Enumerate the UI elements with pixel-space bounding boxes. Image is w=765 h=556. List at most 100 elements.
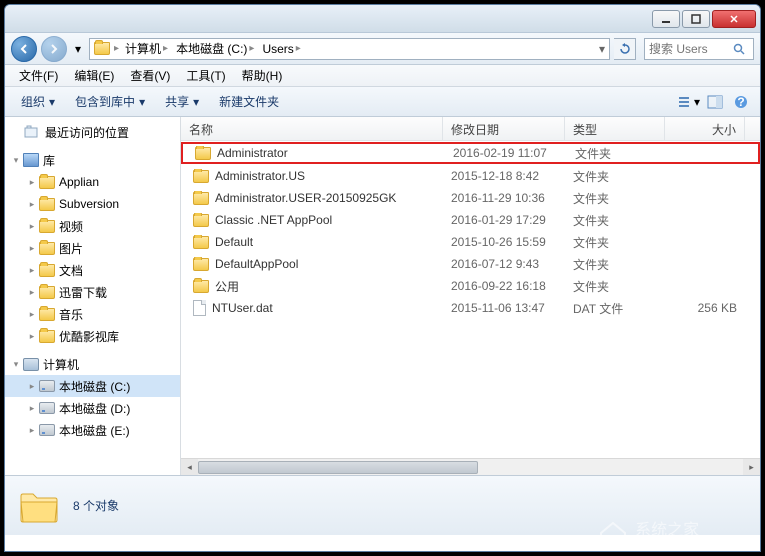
file-date: 2015-11-06 13:47 — [443, 301, 565, 315]
dropdown-icon[interactable]: ▾ — [599, 42, 605, 56]
folder-icon — [39, 176, 55, 189]
sidebar-drive-item[interactable]: ▸本地磁盘 (E:) — [5, 419, 180, 441]
include-in-library-button[interactable]: 包含到库中 ▾ — [67, 90, 153, 113]
folder-icon — [39, 308, 55, 321]
expand-icon[interactable]: ▸ — [25, 243, 39, 254]
menu-help[interactable]: 帮助(H) — [234, 65, 291, 86]
sidebar-library-item[interactable]: ▸Subversion — [5, 193, 180, 215]
file-type: 文件夹 — [565, 168, 665, 185]
sidebar-item-label: 本地磁盘 (D:) — [59, 400, 130, 417]
file-list: Administrator2016-02-19 11:07文件夹Administ… — [181, 141, 760, 458]
file-type: DAT 文件 — [565, 300, 665, 317]
sidebar-library-item[interactable]: ▸迅雷下载 — [5, 281, 180, 303]
expand-icon[interactable]: ▸ — [25, 425, 39, 436]
minimize-button[interactable] — [652, 10, 680, 28]
search-box[interactable] — [644, 38, 754, 60]
back-button[interactable] — [11, 36, 37, 62]
sidebar-library-item[interactable]: ▸优酷影视库 — [5, 325, 180, 347]
view-options-button[interactable]: ▾ — [678, 91, 700, 113]
breadcrumb-item[interactable]: 本地磁盘 (C:) ▸ — [174, 40, 256, 57]
expand-icon[interactable]: ▸ — [25, 265, 39, 276]
menu-file[interactable]: 文件(F) — [11, 65, 66, 86]
file-row[interactable]: Administrator2016-02-19 11:07文件夹 — [181, 142, 760, 164]
menu-tools[interactable]: 工具(T) — [178, 65, 233, 86]
menubar: 文件(F) 编辑(E) 查看(V) 工具(T) 帮助(H) — [5, 65, 760, 87]
forward-button[interactable] — [41, 36, 67, 62]
file-name: Classic .NET AppPool — [181, 213, 443, 227]
file-date: 2015-12-18 8:42 — [443, 169, 565, 183]
file-date: 2016-09-22 16:18 — [443, 279, 565, 293]
sidebar-library-item[interactable]: ▸视频 — [5, 215, 180, 237]
folder-icon — [39, 198, 55, 211]
file-row[interactable]: Classic .NET AppPool2016-01-29 17:29文件夹 — [181, 209, 760, 231]
folder-icon — [39, 242, 55, 255]
expand-icon[interactable]: ▸ — [25, 199, 39, 210]
body: 最近访问的位置 ▾ 库 ▸ Applian ▸Subversion▸视频▸图片▸文档… — [5, 117, 760, 475]
file-date: 2016-02-19 11:07 — [445, 146, 567, 160]
column-date[interactable]: 修改日期 — [443, 117, 565, 140]
organize-button[interactable]: 组织 ▾ — [13, 90, 63, 113]
sidebar-item-label: 计算机 — [43, 356, 79, 373]
new-folder-button[interactable]: 新建文件夹 — [211, 90, 287, 113]
expand-icon[interactable]: ▸ — [25, 287, 39, 298]
drive-icon — [39, 380, 55, 392]
expand-icon[interactable]: ▸ — [25, 331, 39, 342]
search-input[interactable] — [649, 42, 729, 56]
sidebar-library-item[interactable]: ▸ Applian — [5, 171, 180, 193]
sidebar-computer[interactable]: ▾ 计算机 — [5, 353, 180, 375]
content-pane: 名称 修改日期 类型 大小 Administrator2016-02-19 11… — [181, 117, 760, 475]
column-size[interactable]: 大小 — [665, 117, 745, 140]
library-icon — [23, 153, 39, 167]
sidebar-library-item[interactable]: ▸图片 — [5, 237, 180, 259]
recent-places-icon — [23, 124, 41, 140]
help-button[interactable]: ? — [730, 91, 752, 113]
horizontal-scrollbar[interactable]: ◂ ▸ — [181, 458, 760, 475]
share-button[interactable]: 共享 ▾ — [157, 90, 207, 113]
sidebar-item-label: 音乐 — [59, 306, 83, 323]
folder-icon — [193, 280, 209, 293]
expand-icon[interactable]: ▸ — [25, 309, 39, 320]
collapse-icon[interactable]: ▾ — [9, 359, 23, 370]
menu-edit[interactable]: 编辑(E) — [66, 65, 122, 86]
sidebar-drive-item[interactable]: ▸ 本地磁盘 (C:) — [5, 375, 180, 397]
preview-pane-button[interactable] — [704, 91, 726, 113]
expand-icon[interactable]: ▸ — [25, 403, 39, 414]
folder-icon — [94, 42, 110, 55]
file-row[interactable]: 公用2016-09-22 16:18文件夹 — [181, 275, 760, 297]
nav-history-dropdown[interactable]: ▾ — [71, 42, 85, 56]
sidebar-library-item[interactable]: ▸文档 — [5, 259, 180, 281]
scroll-right-icon[interactable]: ▸ — [743, 459, 760, 475]
column-name[interactable]: 名称 — [181, 117, 443, 140]
sidebar-recent[interactable]: 最近访问的位置 — [5, 121, 180, 143]
folder-icon — [193, 214, 209, 227]
status-bar: 8 个对象 — [5, 475, 760, 535]
column-type[interactable]: 类型 — [565, 117, 665, 140]
maximize-button[interactable] — [682, 10, 710, 28]
expand-icon[interactable]: ▸ — [25, 221, 39, 232]
close-button[interactable] — [712, 10, 756, 28]
sidebar-item-label: 本地磁盘 (C:) — [59, 378, 130, 395]
collapse-icon[interactable]: ▾ — [9, 155, 23, 166]
file-row[interactable]: NTUser.dat2015-11-06 13:47DAT 文件256 KB — [181, 297, 760, 319]
sidebar-item-label: Applian — [59, 175, 99, 189]
file-row[interactable]: DefaultAppPool2016-07-12 9:43文件夹 — [181, 253, 760, 275]
file-row[interactable]: Default2015-10-26 15:59文件夹 — [181, 231, 760, 253]
toolbar: 组织 ▾ 包含到库中 ▾ 共享 ▾ 新建文件夹 ▾ ? — [5, 87, 760, 117]
breadcrumb-item[interactable]: 计算机 ▸ — [123, 40, 170, 57]
breadcrumb-item[interactable]: Users ▸ — [260, 42, 302, 56]
expand-icon[interactable]: ▸ — [25, 177, 39, 188]
menu-view[interactable]: 查看(V) — [122, 65, 178, 86]
expand-icon[interactable]: ▸ — [25, 381, 39, 392]
scroll-left-icon[interactable]: ◂ — [181, 459, 198, 475]
refresh-button[interactable] — [614, 38, 636, 60]
computer-icon — [23, 358, 39, 371]
scrollbar-thumb[interactable] — [198, 461, 478, 474]
sidebar-library-item[interactable]: ▸ 音乐 — [5, 303, 180, 325]
sidebar-libraries[interactable]: ▾ 库 — [5, 149, 180, 171]
file-row[interactable]: Administrator.US2015-12-18 8:42文件夹 — [181, 165, 760, 187]
titlebar — [5, 5, 760, 33]
breadcrumb[interactable]: ▸ 计算机 ▸ 本地磁盘 (C:) ▸ Users ▸ ▾ — [89, 38, 610, 60]
file-row[interactable]: Administrator.USER-20150925GK2016-11-29 … — [181, 187, 760, 209]
file-type: 文件夹 — [565, 190, 665, 207]
sidebar-drive-item[interactable]: ▸ 本地磁盘 (D:) — [5, 397, 180, 419]
